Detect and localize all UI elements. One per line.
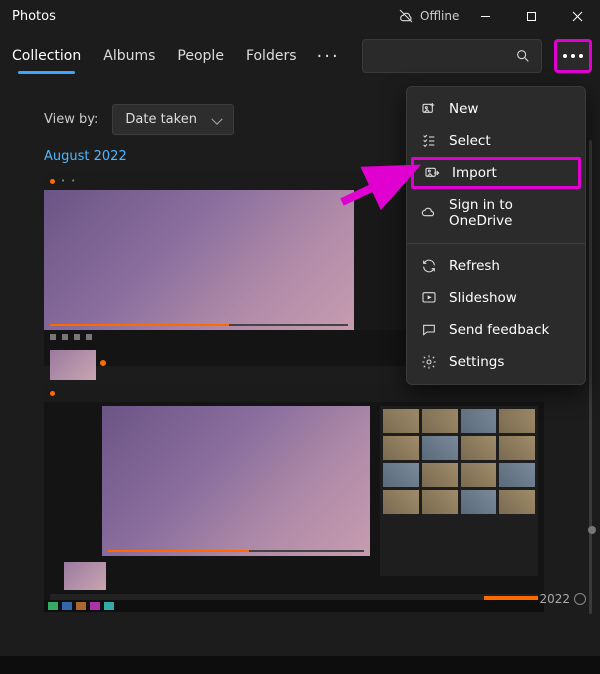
tab-folders[interactable]: Folders [246, 48, 297, 64]
gear-icon [421, 354, 437, 370]
photo-thumbnail[interactable]: •• [44, 172, 462, 366]
menu-item-label: Import [452, 165, 497, 181]
offline-label: Offline [420, 9, 459, 23]
tab-albums[interactable]: Albums [103, 48, 155, 64]
timeline-scrollbar[interactable] [589, 140, 592, 614]
refresh-icon [421, 258, 437, 274]
menu-item-label: Settings [449, 354, 504, 370]
menu-item-select[interactable]: Select [407, 125, 585, 157]
tab-people[interactable]: People [177, 48, 224, 64]
context-menu: New Select Import Sign in to OneDrive Re… [406, 86, 586, 385]
photo-thumbnail[interactable] [44, 384, 544, 612]
nav-tabs: Collection Albums People Folders ··· [0, 32, 600, 80]
menu-item-refresh[interactable]: Refresh [407, 250, 585, 282]
search-input[interactable] [362, 39, 542, 73]
ellipsis-icon [563, 54, 583, 58]
menu-item-import[interactable]: Import [411, 157, 581, 189]
tabs-overflow-button[interactable]: ··· [317, 46, 340, 67]
footer-bar [0, 656, 600, 674]
minimize-button[interactable] [462, 0, 508, 32]
chat-icon [421, 322, 437, 338]
image-import-icon [424, 165, 440, 181]
menu-item-feedback[interactable]: Send feedback [407, 314, 585, 346]
viewby-label: View by: [44, 112, 98, 127]
app-title: Photos [12, 9, 56, 24]
image-plus-icon [421, 101, 437, 117]
menu-item-signin-onedrive[interactable]: Sign in to OneDrive [407, 189, 585, 237]
timeline-handle[interactable] [588, 526, 596, 534]
offline-indicator: Offline [398, 8, 459, 24]
menu-item-label: Refresh [449, 258, 500, 274]
menu-item-label: Send feedback [449, 322, 549, 338]
checklist-icon [421, 133, 437, 149]
menu-item-settings[interactable]: Settings [407, 346, 585, 378]
menu-item-slideshow[interactable]: Slideshow [407, 282, 585, 314]
menu-item-label: Sign in to OneDrive [449, 197, 571, 229]
cloud-off-icon [398, 8, 414, 24]
window-controls [462, 0, 600, 32]
more-options-button[interactable] [554, 39, 592, 73]
menu-item-label: New [449, 101, 478, 117]
timeline-year-label: 2022 [539, 592, 586, 606]
menu-item-new[interactable]: New [407, 93, 585, 125]
search-icon [515, 48, 531, 64]
menu-item-label: Select [449, 133, 491, 149]
play-square-icon [421, 290, 437, 306]
cloud-icon [421, 205, 437, 221]
close-button[interactable] [554, 0, 600, 32]
tab-collection[interactable]: Collection [12, 48, 81, 64]
menu-item-label: Slideshow [449, 290, 517, 306]
maximize-button[interactable] [508, 0, 554, 32]
title-bar: Photos Offline [0, 0, 600, 32]
chevron-circle-icon [574, 593, 586, 605]
viewby-select[interactable]: Date taken [112, 104, 234, 135]
menu-separator [407, 243, 585, 244]
